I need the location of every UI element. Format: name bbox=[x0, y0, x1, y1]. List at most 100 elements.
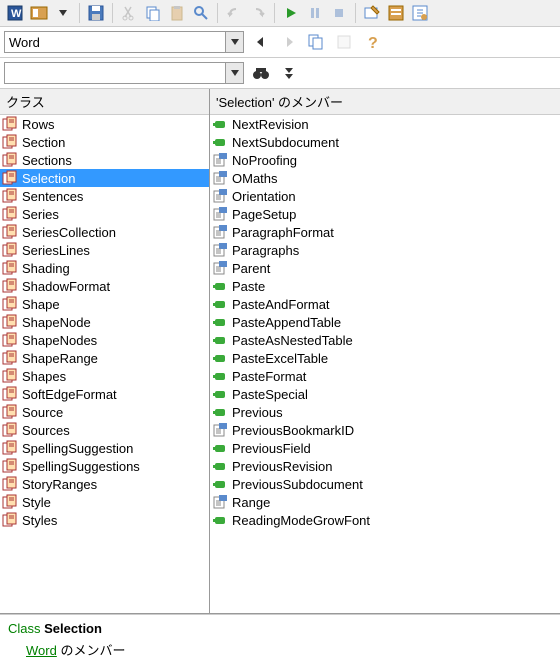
method-icon bbox=[212, 350, 228, 366]
object-browser-main: クラス RowsSectionSectionsSelectionSentence… bbox=[0, 89, 560, 614]
class-icon bbox=[2, 278, 18, 294]
class-item-label: Source bbox=[22, 405, 63, 420]
dropdown-arrow-icon[interactable] bbox=[52, 2, 74, 24]
class-item-label: Sections bbox=[22, 153, 72, 168]
help-icon[interactable]: ? bbox=[362, 31, 384, 53]
members-list[interactable]: NextRevisionNextSubdocumentNoProofingOMa… bbox=[210, 115, 560, 613]
member-item[interactable]: PreviousBookmarkID bbox=[210, 421, 560, 439]
run-icon[interactable] bbox=[280, 2, 302, 24]
method-icon bbox=[212, 332, 228, 348]
class-item-label: Styles bbox=[22, 513, 57, 528]
member-item[interactable]: PreviousRevision bbox=[210, 457, 560, 475]
cut-icon bbox=[118, 2, 140, 24]
class-item[interactable]: Styles bbox=[0, 511, 209, 529]
detail-library-link[interactable]: Word bbox=[26, 643, 57, 658]
method-icon bbox=[212, 512, 228, 528]
member-item[interactable]: Previous bbox=[210, 403, 560, 421]
member-item[interactable]: OMaths bbox=[210, 169, 560, 187]
member-item[interactable]: Paragraphs bbox=[210, 241, 560, 259]
main-toolbar: W bbox=[0, 0, 560, 27]
class-item-label: Shapes bbox=[22, 369, 66, 384]
method-icon bbox=[212, 278, 228, 294]
method-icon bbox=[212, 368, 228, 384]
property-icon bbox=[212, 494, 228, 510]
properties-window-icon[interactable] bbox=[409, 2, 431, 24]
method-icon bbox=[212, 116, 228, 132]
member-item[interactable]: PasteSpecial bbox=[210, 385, 560, 403]
member-item[interactable]: PageSetup bbox=[210, 205, 560, 223]
member-item[interactable]: Range bbox=[210, 493, 560, 511]
member-item[interactable]: NoProofing bbox=[210, 151, 560, 169]
class-item-label: Shape bbox=[22, 297, 60, 312]
class-item[interactable]: Shape bbox=[0, 295, 209, 313]
design-mode-icon[interactable] bbox=[361, 2, 383, 24]
search-toolbar bbox=[0, 58, 560, 89]
member-item[interactable]: NextRevision bbox=[210, 115, 560, 133]
class-item[interactable]: Sections bbox=[0, 151, 209, 169]
class-icon bbox=[2, 116, 18, 132]
class-item[interactable]: Shapes bbox=[0, 367, 209, 385]
search-combo[interactable] bbox=[4, 62, 244, 84]
class-item[interactable]: SeriesLines bbox=[0, 241, 209, 259]
word-app-icon[interactable]: W bbox=[4, 2, 26, 24]
member-item[interactable]: PasteAppendTable bbox=[210, 313, 560, 331]
class-item[interactable]: Sentences bbox=[0, 187, 209, 205]
member-item[interactable]: PasteFormat bbox=[210, 367, 560, 385]
svg-text:?: ? bbox=[368, 35, 378, 50]
member-item[interactable]: ReadingModeGrowFont bbox=[210, 511, 560, 529]
member-item-label: PreviousRevision bbox=[232, 459, 332, 474]
expand-collapse-icon[interactable] bbox=[278, 62, 300, 84]
chevron-down-icon[interactable] bbox=[225, 63, 243, 83]
member-item[interactable]: PreviousField bbox=[210, 439, 560, 457]
class-item[interactable]: ShapeNodes bbox=[0, 331, 209, 349]
project-window-icon[interactable] bbox=[28, 2, 50, 24]
member-item[interactable]: Paste bbox=[210, 277, 560, 295]
member-item[interactable]: PasteAndFormat bbox=[210, 295, 560, 313]
class-item[interactable]: Shading bbox=[0, 259, 209, 277]
member-item[interactable]: PreviousSubdocument bbox=[210, 475, 560, 493]
class-item[interactable]: ShapeNode bbox=[0, 313, 209, 331]
library-combo[interactable]: Word bbox=[4, 31, 244, 53]
class-item[interactable]: ShadowFormat bbox=[0, 277, 209, 295]
pause-icon bbox=[304, 2, 326, 24]
class-item-label: StoryRanges bbox=[22, 477, 97, 492]
class-item[interactable]: Rows bbox=[0, 115, 209, 133]
member-item[interactable]: Orientation bbox=[210, 187, 560, 205]
copy-icon[interactable] bbox=[142, 2, 164, 24]
class-icon bbox=[2, 404, 18, 420]
undo-icon bbox=[223, 2, 245, 24]
member-item[interactable]: PasteAsNestedTable bbox=[210, 331, 560, 349]
go-back-icon[interactable] bbox=[250, 31, 272, 53]
copy-to-clipboard-icon[interactable] bbox=[306, 31, 328, 53]
find-icon[interactable] bbox=[190, 2, 212, 24]
save-icon[interactable] bbox=[85, 2, 107, 24]
class-item[interactable]: Selection bbox=[0, 169, 209, 187]
project-explorer-icon[interactable] bbox=[385, 2, 407, 24]
member-item[interactable]: Parent bbox=[210, 259, 560, 277]
class-item[interactable]: Section bbox=[0, 133, 209, 151]
class-item[interactable]: SeriesCollection bbox=[0, 223, 209, 241]
member-item[interactable]: PasteExcelTable bbox=[210, 349, 560, 367]
chevron-down-icon[interactable] bbox=[225, 32, 243, 52]
class-item[interactable]: SoftEdgeFormat bbox=[0, 385, 209, 403]
class-item-label: SeriesCollection bbox=[22, 225, 116, 240]
class-item[interactable]: StoryRanges bbox=[0, 475, 209, 493]
class-item-label: SoftEdgeFormat bbox=[22, 387, 117, 402]
class-item[interactable]: Series bbox=[0, 205, 209, 223]
binoculars-search-icon[interactable] bbox=[250, 62, 272, 84]
property-icon bbox=[212, 152, 228, 168]
class-icon bbox=[2, 242, 18, 258]
method-icon bbox=[212, 296, 228, 312]
class-item[interactable]: Sources bbox=[0, 421, 209, 439]
class-item[interactable]: Style bbox=[0, 493, 209, 511]
classes-list[interactable]: RowsSectionSectionsSelectionSentencesSer… bbox=[0, 115, 209, 613]
class-item-label: Sources bbox=[22, 423, 70, 438]
class-item[interactable]: ShapeRange bbox=[0, 349, 209, 367]
class-icon bbox=[2, 152, 18, 168]
class-item[interactable]: Source bbox=[0, 403, 209, 421]
class-item[interactable]: SpellingSuggestions bbox=[0, 457, 209, 475]
member-item[interactable]: ParagraphFormat bbox=[210, 223, 560, 241]
member-item[interactable]: NextSubdocument bbox=[210, 133, 560, 151]
class-item[interactable]: SpellingSuggestion bbox=[0, 439, 209, 457]
detail-pane: Class Selection Word のメンバー bbox=[0, 614, 560, 665]
